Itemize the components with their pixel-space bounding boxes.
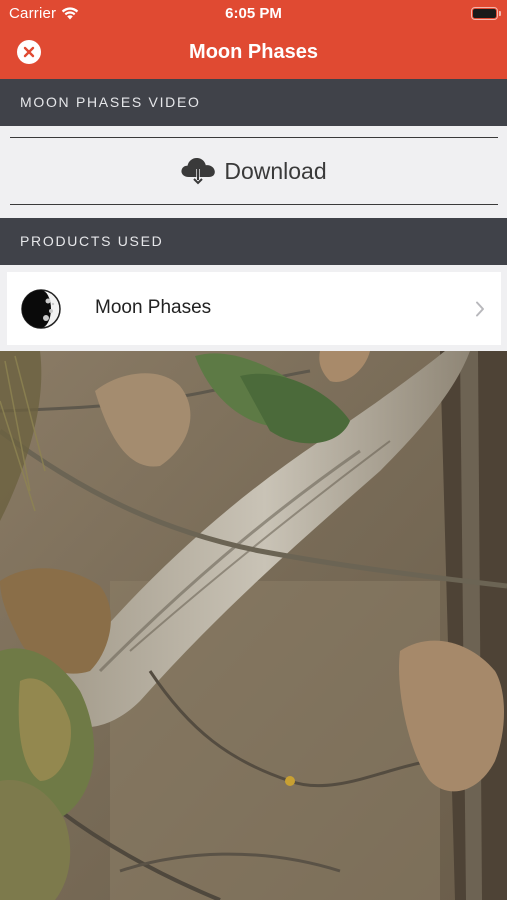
battery-icon (471, 7, 501, 20)
header-bar: Carrier 6:05 PM Moon Phases (0, 0, 507, 79)
product-label: Moon Phases (95, 297, 212, 318)
divider (10, 204, 498, 205)
status-time: 6:05 PM (225, 5, 282, 22)
chevron-right-icon (476, 301, 484, 317)
section-header-video: MOON PHASES VIDEO (0, 79, 507, 126)
list-item-moon-phases[interactable]: Moon Phases (7, 272, 501, 345)
download-label: Download (224, 157, 327, 184)
camouflage-background-image (0, 351, 507, 900)
moon-phase-icon (21, 289, 61, 329)
navigation-bar: Moon Phases (0, 28, 507, 79)
section-header-products: PRODUCTS USED (0, 218, 507, 265)
status-bar: Carrier 6:05 PM (0, 0, 507, 28)
download-section: Download (0, 126, 507, 218)
page-title: Moon Phases (189, 41, 318, 63)
download-button[interactable]: Download (0, 138, 507, 204)
cloud-download-icon (181, 157, 216, 185)
